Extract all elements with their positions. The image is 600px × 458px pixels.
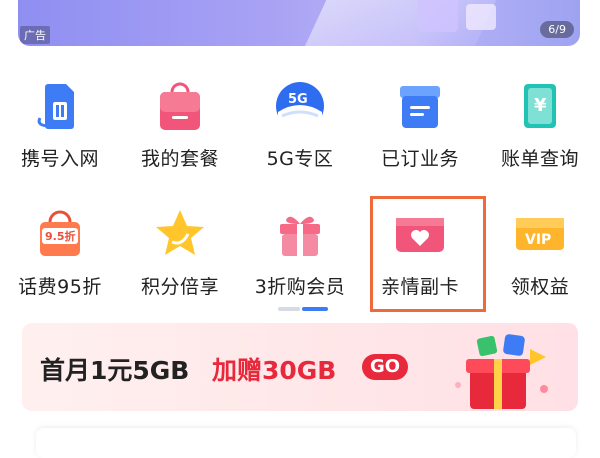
grid-item-bill[interactable]: ¥ 账单查询 [480,78,600,171]
ad-banner[interactable]: 广告 6/9 [18,0,580,46]
grid-item-discount[interactable]: 9.5折 话费95折 [0,206,120,299]
star-icon [152,206,208,262]
grid-item-label: 携号入网 [20,148,99,170]
grid-item-benefits[interactable]: VIP 领权益 [480,206,600,299]
highlight-frame [370,196,486,312]
shopping-bag-icon [152,78,208,134]
grid-item-my-plan[interactable]: 我的套餐 [120,78,240,171]
discount-badge-text: 9.5折 [45,229,76,243]
promo-go-button[interactable]: GO [362,354,409,380]
grid-item-number-port[interactable]: 携号入网 [0,78,120,171]
promo-banner[interactable]: 首月1元5GB 加赠30GB GO [22,323,578,411]
grid-item-label: 已订业务 [380,148,459,170]
business-box-icon [392,78,448,134]
gift-illustration-icon [434,329,574,411]
grid-item-label: 话费95折 [18,276,102,298]
vip-ticket-icon: VIP [512,206,568,262]
sim-card-icon [32,78,88,134]
grid-item-label: 3折购会员 [254,276,346,298]
ad-decoration [466,4,496,30]
grid-item-5g-zone[interactable]: 5G 5G专区 [240,78,360,171]
grid-item-subscribed[interactable]: 已订业务 [360,78,480,171]
grid-item-membership[interactable]: 3折购会员 [240,206,360,299]
gift-box-icon [272,206,328,262]
svg-text:¥: ¥ [534,95,547,116]
grid-item-label: 账单查询 [500,148,579,170]
pager-segment-active [302,307,328,311]
ad-label: 广告 [20,26,50,44]
bill-icon: ¥ [512,78,568,134]
5g-text: 5G [288,92,308,107]
ad-decoration [418,0,458,32]
pager-segment [278,307,300,311]
grid-item-points[interactable]: 积分倍享 [120,206,240,299]
grid-item-label: 领权益 [510,276,570,298]
ad-page-counter: 6/9 [540,21,574,38]
grid-item-label: 5G专区 [266,148,334,170]
promo-extra-text: 加赠30GB [212,356,337,385]
grid-pager [278,307,328,311]
bottom-card [36,428,576,458]
discount-bag-icon: 9.5折 [32,206,88,262]
grid-item-label: 积分倍享 [140,276,219,298]
vip-text: VIP [525,232,551,248]
5g-icon: 5G [272,78,328,134]
promo-main-text: 首月1元5GB [40,356,190,385]
grid-item-label: 我的套餐 [140,148,219,170]
